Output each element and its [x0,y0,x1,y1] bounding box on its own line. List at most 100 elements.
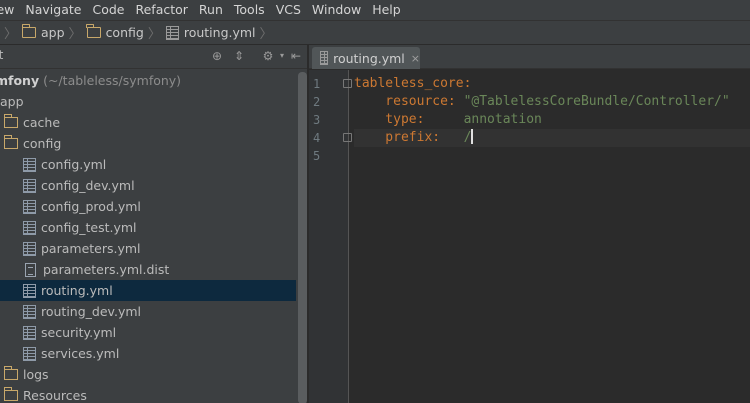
menu-navigate[interactable]: Navigate [25,0,81,20]
menu-refactor[interactable]: Refactor [135,0,187,20]
yaml-file-icon [23,325,36,340]
editor-gutter: 1 2 3 4 5 [309,70,352,403]
fold-open-icon[interactable] [343,79,352,88]
chevron-right-icon: 〉 [147,27,161,42]
tree-item-label: routing_dev.yml [41,304,141,319]
yaml-value: annotation [463,112,542,127]
yaml-file-icon [23,178,36,193]
folder-icon [3,387,18,401]
tree-item-logs[interactable]: logs [0,364,296,385]
breadcrumb-item-config[interactable]: 〉 config [65,23,144,42]
yaml-key: prefix: [354,130,464,145]
menu-code[interactable]: Code [92,0,124,20]
scroll-from-source-icon[interactable]: ⊕ [210,49,224,63]
tree-item-config-dev-yml[interactable]: config_dev.yml [0,175,296,196]
yaml-file-icon [23,220,36,235]
tree-item-label: config.yml [41,157,107,172]
tree-item-label: Resources [23,388,87,403]
tree-item-label: config_test.yml [41,220,137,235]
text-file-icon [25,262,36,277]
line-number: 4 [313,131,321,145]
folder-icon [3,366,18,380]
breadcrumb-label: config [105,25,144,40]
chevron-down-icon[interactable]: ▾ [275,49,289,63]
hide-panel-icon[interactable]: ⇤ [289,49,303,63]
tree-item-app[interactable]: app [0,91,296,112]
line-number: 1 [313,77,321,91]
tree-item-routing-yml[interactable]: routing.yml [0,280,296,301]
gear-icon[interactable]: ⚙ [261,49,275,63]
menu-view[interactable]: iew [0,0,14,20]
tree-item-parameters-yml[interactable]: parameters.yml [0,238,296,259]
folder-icon [21,24,37,38]
tree-item-config-test-yml[interactable]: config_test.yml [0,217,296,238]
tree-item-config-yml[interactable]: config.yml [0,154,296,175]
collapse-all-icon[interactable]: ⇕ [232,49,246,63]
code-line-2: resource: "@TablelessCoreBundle/Controll… [354,93,750,111]
folder-icon [3,114,18,128]
code-line-3: type: annotation [354,111,750,129]
chevron-right-icon: 〉 [68,27,82,42]
project-panel: ct ⊕ ⇕ ⚙ ▾ ⇤ mfony (~/tableless/symfony)… [0,45,308,403]
chevron-right-icon: 〉 [259,27,273,42]
project-toolbar: ct ⊕ ⇕ ⚙ ▾ ⇤ [0,45,307,69]
tree-item-routing-dev-yml[interactable]: routing_dev.yml [0,301,296,322]
yaml-key: type: [354,112,464,127]
breadcrumb-item-app[interactable]: 〉 app [0,23,65,42]
line-number: 2 [313,95,321,109]
yaml-file-icon [320,51,329,65]
tree-item-cache[interactable]: cache [0,112,296,133]
menu-tools[interactable]: Tools [234,0,265,20]
breadcrumb-item-routing[interactable]: 〉 routing.yml 〉 [144,23,278,42]
tree-item-label: cache [23,115,61,130]
tree-item-label: routing.yml [41,283,113,298]
editor-area: routing.yml × 1 2 3 4 5 tableless_core: … [309,45,750,403]
menu-help[interactable]: Help [372,0,401,20]
yaml-file-icon [23,157,36,172]
tab-routing-yml[interactable]: routing.yml × [312,47,420,69]
yaml-file-icon [23,241,36,256]
yaml-value: "@TablelessCoreBundle/Controller/" [463,94,730,109]
tree-item-label: config [23,136,62,151]
yaml-file-icon [23,346,36,361]
breadcrumb-label: routing.yml [183,25,256,40]
menu-bar: iew Navigate Code Refactor Run Tools VCS… [0,0,750,20]
tree-item-label: config_dev.yml [41,178,135,193]
chevron-right-icon: 〉 [4,27,18,42]
line-number: 5 [313,149,321,163]
project-view-selector[interactable]: ct [0,48,12,64]
tree-item-label: parameters.yml [41,241,141,256]
close-icon[interactable]: × [411,52,420,65]
menu-vcs[interactable]: VCS [276,0,301,20]
text-caret [471,129,473,144]
tree-item-label: logs [23,367,49,382]
tab-label: routing.yml [333,50,405,66]
tree-item-config[interactable]: config [0,133,296,154]
yaml-file-icon [23,304,36,319]
yaml-file-icon [23,199,36,214]
yaml-key: tableless_core: [354,76,472,91]
line-number: 3 [313,113,321,127]
tree-item-label: config_prod.yml [41,199,141,214]
tree-item-services-yml[interactable]: services.yml [0,343,296,364]
yaml-file-icon [23,283,36,298]
breadcrumb-label: app [41,25,65,40]
tree-item-label: app [0,94,24,109]
tree-root-path: (~/tableless/symfony) [43,73,182,88]
project-scrollbar[interactable] [298,72,307,403]
menu-window[interactable]: Window [312,0,361,20]
yaml-key: resource: [354,94,464,109]
tree-item-label: security.yml [41,325,117,340]
menu-run[interactable]: Run [199,0,223,20]
tree-item-config-prod-yml[interactable]: config_prod.yml [0,196,296,217]
fold-close-icon[interactable] [343,133,352,142]
tree-root[interactable]: mfony (~/tableless/symfony) [0,70,296,91]
breadcrumb: 〉 app 〉 config 〉 routing.yml 〉 [0,20,750,45]
editor-tab-bar: routing.yml × [309,45,750,69]
tree-item-parameters-yml-dist[interactable]: parameters.yml.dist [0,259,296,280]
tree-item-security-yml[interactable]: security.yml [0,322,296,343]
tree-item-resources[interactable]: Resources [0,385,296,403]
tree-root-label: mfony [0,73,40,88]
folder-icon [3,135,18,149]
